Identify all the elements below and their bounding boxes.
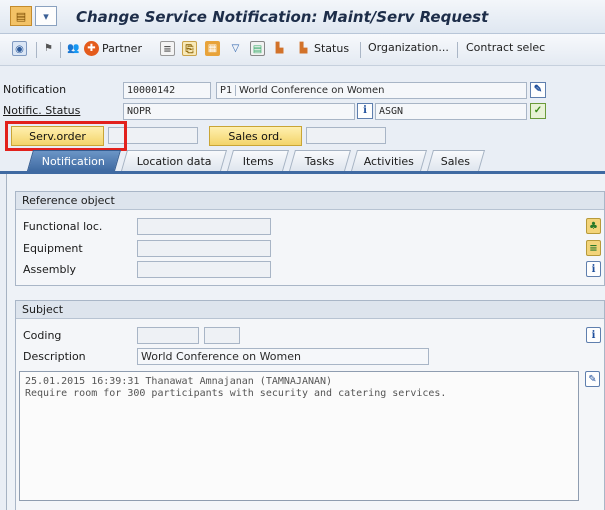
- sales-order-button[interactable]: Sales ord.: [209, 126, 302, 146]
- notes-button[interactable]: ≡: [160, 41, 178, 56]
- toolbar-separator: [457, 42, 458, 58]
- copy-button[interactable]: ⎘: [182, 41, 200, 56]
- assembly-label: Assembly: [23, 263, 77, 276]
- assembly-field[interactable]: [137, 261, 271, 278]
- status-button[interactable]: ▙ Status: [296, 41, 349, 56]
- sap-menu-icon[interactable]: ▤: [10, 6, 32, 26]
- coding-info-icon[interactable]: i: [586, 327, 601, 343]
- contract-selection-label: Contract selec: [466, 41, 546, 54]
- status-field[interactable]: NOPR: [123, 103, 355, 120]
- tab-sales[interactable]: Sales: [426, 150, 486, 171]
- tab-label: Tasks: [305, 154, 335, 168]
- tab-label: Activities: [363, 154, 414, 168]
- notification-label: Notification: [3, 83, 67, 96]
- edit-long-text-icon[interactable]: ✎: [585, 371, 600, 387]
- long-text-line: 25.01.2015 16:39:31 Thanawat Amnajanan (…: [25, 376, 333, 387]
- tab-content-area: Reference object Functional loc. Equipme…: [6, 174, 605, 510]
- toolbar-separator: [36, 42, 37, 58]
- serv-order-field[interactable]: [108, 127, 198, 144]
- equipment-label: Equipment: [23, 242, 83, 255]
- funnel-icon: ▽: [231, 43, 240, 54]
- org-icon: ▙: [275, 43, 284, 54]
- reference-object-title: Reference object: [16, 192, 604, 210]
- tab-strip: Notification Location data Items Tasks A…: [8, 150, 605, 172]
- equipment-field[interactable]: [137, 240, 271, 257]
- document-button[interactable]: ▤: [250, 41, 268, 56]
- copy-icon: ⎘: [182, 41, 197, 56]
- toolbar-separator: [60, 42, 61, 58]
- coding-code-field[interactable]: [204, 327, 240, 344]
- notific-status-label: Notific. Status: [3, 104, 81, 117]
- functional-loc-label: Functional loc.: [23, 220, 103, 233]
- description-label: Description: [23, 350, 86, 363]
- organization-label: Organization...: [368, 41, 449, 54]
- partner-button[interactable]: 👥 ✚ Partner: [66, 41, 142, 56]
- window-menu-icon[interactable]: ▾: [35, 6, 57, 26]
- flag-icon: ⚑: [44, 43, 53, 54]
- tab-items[interactable]: Items: [226, 150, 290, 171]
- tab-notification[interactable]: Notification: [26, 150, 122, 171]
- subject-title: Subject: [16, 301, 604, 319]
- status-info-icon[interactable]: i: [357, 103, 373, 119]
- application-toolbar: ◉ ⚑ 👥 ✚ Partner ≡ ⎘ ▦ ▽ ▤ ▙ ▙ Status Org…: [0, 34, 605, 66]
- tab-label: Items: [242, 154, 274, 168]
- display-change-button[interactable]: ◉: [12, 41, 30, 56]
- partner-icon: ✚: [84, 41, 99, 56]
- organization-button[interactable]: Organization...: [368, 41, 449, 54]
- user-status-field[interactable]: ASGN: [375, 103, 527, 120]
- contract-selection-button[interactable]: Contract selec: [466, 41, 545, 54]
- glasses-icon: ◉: [12, 41, 27, 56]
- coding-label: Coding: [23, 329, 62, 342]
- page-title: Change Service Notification: Maint/Serv …: [76, 8, 489, 26]
- reference-object-group: Reference object Functional loc. Equipme…: [15, 191, 605, 286]
- tab-location-data[interactable]: Location data: [120, 150, 228, 171]
- long-text-line: Require room for 300 participants with s…: [25, 388, 447, 399]
- document-icon: ▤: [250, 41, 265, 56]
- org-button[interactable]: ▙: [272, 41, 290, 56]
- status-check-icon[interactable]: ✓: [530, 103, 546, 119]
- calendar-icon: ▦: [205, 41, 220, 56]
- subject-group: Subject Coding i Description World Confe…: [15, 300, 605, 510]
- long-text-icon[interactable]: ✎: [530, 82, 546, 98]
- people-icon: 👥: [67, 43, 80, 54]
- title-bar: ▤ ▾ Change Service Notification: Maint/S…: [0, 0, 605, 34]
- sales-order-field[interactable]: [306, 127, 386, 144]
- coding-group-field[interactable]: [137, 327, 199, 344]
- notification-number-field[interactable]: 10000142: [123, 82, 211, 99]
- tab-label: Notification: [42, 154, 106, 168]
- tab-label: Sales: [441, 154, 471, 168]
- long-text-area[interactable]: 25.01.2015 16:39:31 Thanawat Amnajanan (…: [19, 371, 579, 501]
- notification-desc-text: World Conference on Women: [239, 85, 385, 96]
- filter-button[interactable]: ▽: [228, 41, 246, 56]
- tab-tasks[interactable]: Tasks: [288, 150, 352, 171]
- toolbar-separator: [360, 42, 361, 58]
- object-info-icon[interactable]: i: [586, 261, 601, 277]
- tab-label: Location data: [136, 154, 212, 168]
- notification-desc-field[interactable]: P1 World Conference on Women: [216, 82, 527, 99]
- description-field[interactable]: World Conference on Women: [137, 348, 429, 365]
- tab-activities[interactable]: Activities: [350, 150, 428, 171]
- status-icon: ▙: [299, 43, 308, 54]
- structure-icon[interactable]: ♣: [586, 218, 601, 234]
- serv-order-button[interactable]: Serv.order: [11, 126, 104, 146]
- notes-icon: ≡: [160, 41, 175, 56]
- equipment-list-icon[interactable]: ≡: [586, 240, 601, 256]
- dates-button[interactable]: ▦: [205, 41, 223, 56]
- functional-loc-field[interactable]: [137, 218, 271, 235]
- flag-button[interactable]: ⚑: [41, 41, 59, 56]
- status-label: Status: [314, 42, 350, 55]
- partner-label: Partner: [102, 42, 142, 55]
- notification-type: P1: [220, 85, 237, 96]
